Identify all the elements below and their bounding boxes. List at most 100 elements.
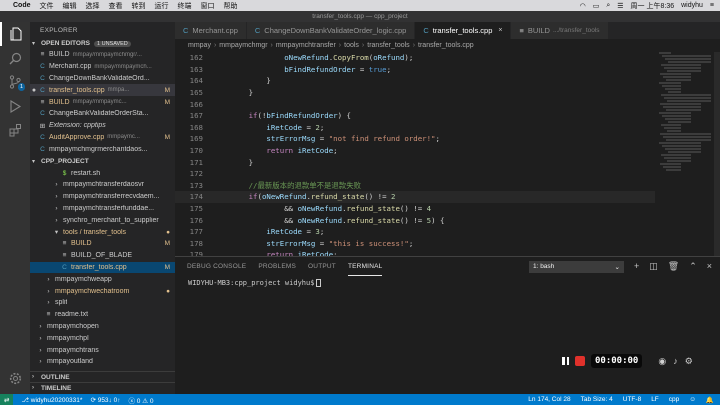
open-editor-item[interactable]: Cmmpaymchmgrmerchantdaos...	[30, 143, 175, 155]
menu-app-code[interactable]: Code	[13, 2, 31, 9]
indentation[interactable]: Tab Size: 4	[581, 396, 613, 403]
git-sync[interactable]: ⟳ 953↓ 0↑	[90, 396, 120, 404]
battery-icon[interactable]: ▭	[593, 2, 600, 10]
camera-icon[interactable]: ◉	[658, 356, 666, 367]
split-terminal-icon[interactable]: ◫	[649, 261, 658, 272]
run-debug-icon[interactable]	[0, 94, 30, 118]
folder-item[interactable]: › mmpaymchtransferdaosvr	[30, 179, 175, 191]
tab-output[interactable]: OUTPUT	[308, 257, 336, 276]
editor-tab[interactable]: ≡ BUILD .../transfer_tools	[511, 22, 609, 39]
folder-item[interactable]: › split	[30, 297, 175, 309]
folder-item[interactable]: › mmpaymchpl	[30, 332, 175, 344]
folder-item[interactable]: › mmpaymchtrans	[30, 344, 175, 356]
language-mode[interactable]: cpp	[669, 396, 679, 403]
unsaved-dot-icon[interactable]: ●	[30, 87, 38, 94]
explorer-icon[interactable]	[0, 22, 30, 46]
source-control-icon[interactable]: 1	[0, 70, 30, 94]
breadcrumb-item[interactable]: tools	[344, 42, 359, 49]
menu-help[interactable]: 帮助	[224, 1, 238, 11]
tab-debug-console[interactable]: DEBUG CONSOLE	[187, 257, 246, 276]
folder-item[interactable]: › mmpaymchtransferrecvdaem...	[30, 191, 175, 203]
open-editor-item[interactable]: ≡ BUILD mmpay/mmpaymc... M	[30, 96, 175, 108]
project-header[interactable]: ▾ CPP_PROJECT	[30, 156, 175, 167]
encoding[interactable]: UTF-8	[623, 396, 641, 403]
breadcrumb-item[interactable]: mmpaymchmgr	[219, 42, 267, 49]
control-center-icon[interactable]: ☰	[617, 2, 623, 10]
menu-window[interactable]: 窗口	[201, 1, 215, 11]
editor-tab[interactable]: C ChangeDownBankValidateOrder_logic.cpp	[246, 22, 416, 39]
close-icon[interactable]: ×	[498, 27, 502, 34]
outline-header[interactable]: › OUTLINE	[30, 371, 175, 382]
open-editor-item[interactable]: C Merchant.cpp mmpay/mmpaymch...	[30, 61, 175, 73]
cursor-position[interactable]: Ln 174, Col 28	[528, 396, 570, 403]
menu-terminal[interactable]: 终端	[178, 1, 192, 11]
code-token: oNewRefund	[284, 53, 329, 63]
folder-item[interactable]: › synchro_merchant_to_supplier	[30, 214, 175, 226]
remote-indicator-icon[interactable]: ⇄	[0, 394, 14, 405]
wifi-icon[interactable]: ◠	[580, 2, 586, 10]
menu-run[interactable]: 运行	[155, 1, 169, 11]
menu-view[interactable]: 查看	[109, 1, 123, 11]
open-editor-item[interactable]: C ChangeBankValidateOrderSta...	[30, 108, 175, 120]
notification-center-icon[interactable]: ≡	[710, 2, 714, 9]
extensions-icon[interactable]	[0, 118, 30, 142]
folder-item[interactable]: › mmpaymchweapp	[30, 273, 175, 285]
pause-icon[interactable]	[562, 357, 569, 365]
file-item[interactable]: ≡ BUILD M	[30, 238, 175, 250]
open-editor-item[interactable]: C ChangeDownBankValidateOrd...	[30, 73, 175, 85]
line-number: 176	[189, 215, 203, 225]
editor-tab[interactable]: C Merchant.cpp	[175, 22, 247, 39]
editor-tab[interactable]: Ctransfer_tools.cpp ×	[415, 22, 512, 39]
notifications-bell-icon[interactable]: 🔔	[706, 396, 714, 404]
code-token: return	[266, 146, 294, 156]
close-icon[interactable]: ×	[707, 261, 712, 272]
end-of-line[interactable]: LF	[651, 396, 659, 403]
trash-icon[interactable]: 🗑	[668, 261, 679, 272]
terminal-select[interactable]: 1: bash ⌄	[528, 260, 624, 273]
problems-indicator[interactable]: ⓧ 0 ⚠ 0	[128, 395, 153, 405]
settings-icon[interactable]: ⚙	[685, 356, 693, 367]
code-editor[interactable]: 162 oNewRefund. CopyFrom(oRefund); 163 bFi…	[175, 52, 655, 256]
new-terminal-icon[interactable]: +	[634, 261, 639, 272]
menu-bar-user[interactable]: widyhu	[681, 2, 703, 9]
chevron-right-icon: ›	[39, 358, 42, 366]
open-editors-header[interactable]: ▾ OPEN EDITORS 1 UNSAVED	[30, 38, 175, 49]
stop-record-icon[interactable]	[575, 356, 585, 366]
breadcrumb-item[interactable]: transfer_tools	[367, 42, 409, 49]
breadcrumb-item[interactable]: transfer_tools.cpp	[418, 42, 474, 49]
menu-edit[interactable]: 编辑	[63, 1, 77, 11]
menu-go[interactable]: 转到	[132, 1, 146, 11]
menu-selection[interactable]: 选择	[86, 1, 100, 11]
file-item[interactable]: Ctransfer_tools.cpp M	[30, 261, 175, 274]
breadcrumb-item[interactable]: mmpay	[188, 42, 211, 49]
timeline-header[interactable]: › TIMELINE	[30, 382, 175, 393]
folder-item[interactable]: ▾ tools / transfer_tools ●	[30, 226, 175, 238]
editor-scrollbar[interactable]	[714, 52, 720, 256]
open-editor-item[interactable]: ⊞ Extension: cpptips	[30, 120, 175, 132]
tab-terminal[interactable]: TERMINAL	[347, 257, 383, 276]
git-branch[interactable]: ⎇ widyhu20200331*	[21, 396, 82, 404]
feedback-icon[interactable]: ☺	[689, 396, 696, 403]
microphone-icon[interactable]: ♪	[673, 356, 678, 367]
open-editor-item[interactable]: ≡ BUILD mmpay/mmpaymchmgr/...	[30, 49, 175, 61]
open-editor-item[interactable]: C AuditApprove.cpp mmpaymc... M	[30, 132, 175, 144]
menu-file[interactable]: 文件	[40, 1, 54, 11]
search-icon[interactable]	[0, 46, 30, 70]
folder-item[interactable]: › mmpaymchtransferfunddae...	[30, 203, 175, 215]
folder-item[interactable]: › mmpaymchopen	[30, 321, 175, 333]
breadcrumb-item[interactable]: mmpaymchtransfer	[276, 42, 336, 49]
file-item[interactable]: ≡ BUILD_OF_BLADE	[30, 250, 175, 262]
minimap-line	[664, 127, 681, 129]
minimap[interactable]	[659, 52, 714, 256]
settings-gear-icon[interactable]	[0, 366, 30, 390]
tab-problems[interactable]: PROBLEMS	[258, 257, 296, 276]
open-editor-item[interactable]: ● Ctransfer_tools.cpp mmpa... M	[30, 84, 175, 97]
folder-item[interactable]: › mmpaymchwechatroom ●	[30, 285, 175, 297]
folder-item[interactable]: › mmpayoutland	[30, 356, 175, 368]
terminal-prompt-line[interactable]: WIDYHU-MB3:cpp_project widyhu$	[175, 279, 720, 287]
file-item[interactable]: ≡ readme.txt	[30, 309, 175, 321]
menu-bar-clock[interactable]: 周一 上午8:36	[631, 1, 675, 11]
search-icon[interactable]: ⌕	[606, 2, 610, 10]
chevron-up-icon[interactable]: ⌃	[689, 261, 697, 272]
file-item[interactable]: $ restart.sh	[30, 167, 175, 179]
